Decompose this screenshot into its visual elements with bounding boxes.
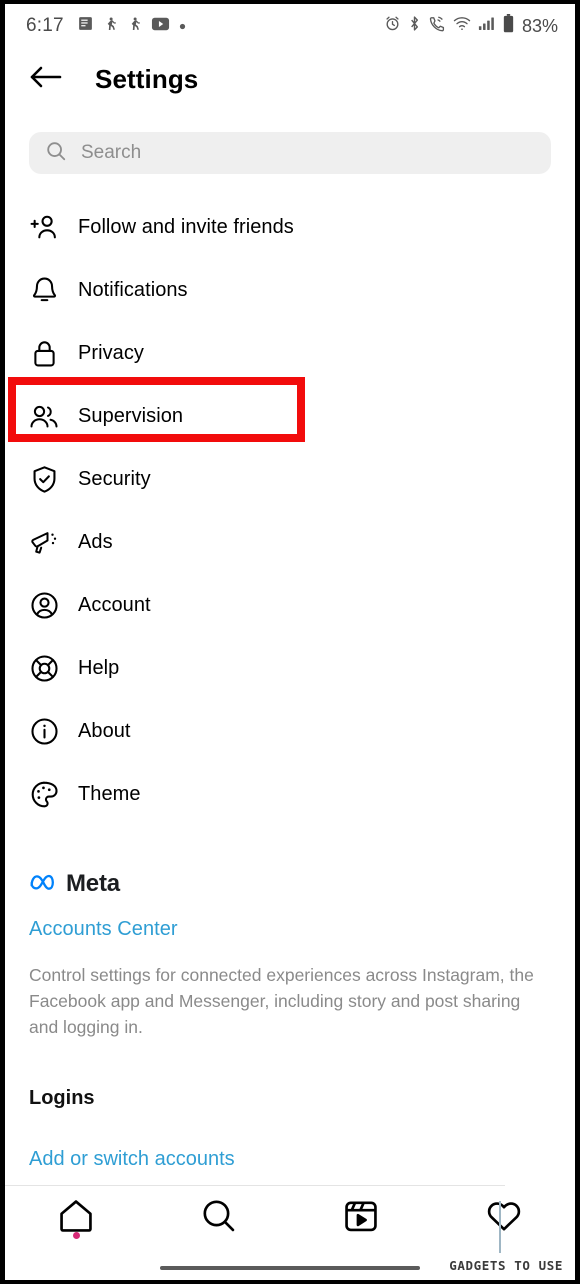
meta-infinity-icon (29, 871, 59, 898)
add-or-switch-accounts-link[interactable]: Add or switch accounts (29, 1148, 551, 1171)
meta-description: Control settings for connected experienc… (29, 965, 534, 1037)
battery-percent: 83% (521, 15, 558, 36)
meta-branding: Meta (29, 870, 551, 898)
status-bar-left: 6:17 (26, 15, 186, 38)
menu-item-label: Follow and invite friends (78, 216, 294, 238)
bell-icon (29, 276, 59, 306)
phone-screen: 6:17 83% Settings Search Follow and invi… (0, 0, 580, 1284)
battery-icon (503, 14, 514, 38)
menu-item-privacy[interactable]: Privacy (5, 322, 575, 385)
menu-item-label: Ads (78, 531, 113, 553)
logins-section: Logins Add or switch accounts (5, 1041, 575, 1171)
watermark: GADGETS TO USE (447, 1257, 565, 1274)
heart-icon (485, 1197, 523, 1240)
search-section: Search (5, 110, 575, 174)
person-add-icon (29, 213, 59, 243)
life-ring-icon (29, 654, 59, 684)
meta-section: Meta Accounts Center Control settings fo… (5, 826, 575, 1041)
menu-item-label: Security (78, 468, 151, 490)
menu-item-label: Privacy (78, 342, 144, 364)
menu-item-supervision[interactable]: Supervision (5, 377, 575, 448)
megaphone-icon (29, 528, 59, 558)
youtube-icon (151, 17, 170, 36)
menu-item-about[interactable]: About (5, 700, 575, 763)
menu-item-label: About (78, 720, 131, 742)
menu-item-label: Help (78, 657, 120, 679)
menu-item-help[interactable]: Help (5, 637, 575, 700)
search-icon (200, 1197, 238, 1240)
menu-item-theme[interactable]: Theme (5, 763, 575, 826)
watermark-line (499, 1201, 501, 1253)
menu-item-notifications[interactable]: Notifications (5, 259, 575, 322)
shield-check-icon (29, 465, 59, 495)
menu-item-label: Theme (78, 783, 141, 805)
status-bar-right: 83% (384, 14, 558, 38)
logins-title: Logins (29, 1086, 95, 1109)
status-time: 6:17 (26, 15, 64, 36)
walking-person-icon (103, 15, 118, 38)
dot-icon (179, 17, 186, 35)
settings-menu: Follow and invite friends Notifications … (5, 174, 575, 826)
page-title: Settings (95, 63, 199, 94)
menu-item-follow-and-invite-friends[interactable]: Follow and invite friends (5, 196, 575, 259)
meta-brand-text: Meta (66, 870, 120, 897)
lock-icon (29, 339, 59, 369)
menu-item-label: Notifications (78, 279, 188, 301)
menu-item-label: Account (78, 594, 151, 616)
app-header: Settings (5, 48, 575, 110)
status-bar: 6:17 83% (5, 4, 575, 48)
nav-home-button[interactable] (5, 1186, 148, 1250)
back-arrow-icon[interactable] (29, 64, 63, 95)
nav-reels-button[interactable] (290, 1186, 433, 1250)
bottom-navigation (5, 1186, 575, 1250)
search-input[interactable]: Search (29, 132, 551, 174)
search-icon (45, 140, 67, 167)
menu-item-ads[interactable]: Ads (5, 511, 575, 574)
bluetooth-icon (408, 15, 421, 37)
call-icon (428, 15, 446, 37)
home-indicator (160, 1266, 420, 1270)
people-icon (29, 402, 59, 432)
list-notification-icon (77, 15, 94, 37)
account-circle-icon (29, 591, 59, 621)
menu-item-account[interactable]: Account (5, 574, 575, 637)
info-circle-icon (29, 717, 59, 747)
menu-item-label: Supervision (78, 405, 184, 427)
palette-icon (29, 780, 59, 810)
nav-activity-button[interactable] (433, 1186, 576, 1250)
menu-item-security[interactable]: Security (5, 448, 575, 511)
wifi-icon (453, 16, 471, 36)
reels-icon (342, 1197, 380, 1240)
search-placeholder: Search (81, 142, 142, 163)
accounts-center-link[interactable]: Accounts Center (29, 918, 551, 941)
walking-person-icon (127, 15, 142, 38)
cellular-signal-icon (478, 16, 496, 36)
alarm-icon (384, 15, 401, 37)
nav-search-button[interactable] (148, 1186, 291, 1250)
